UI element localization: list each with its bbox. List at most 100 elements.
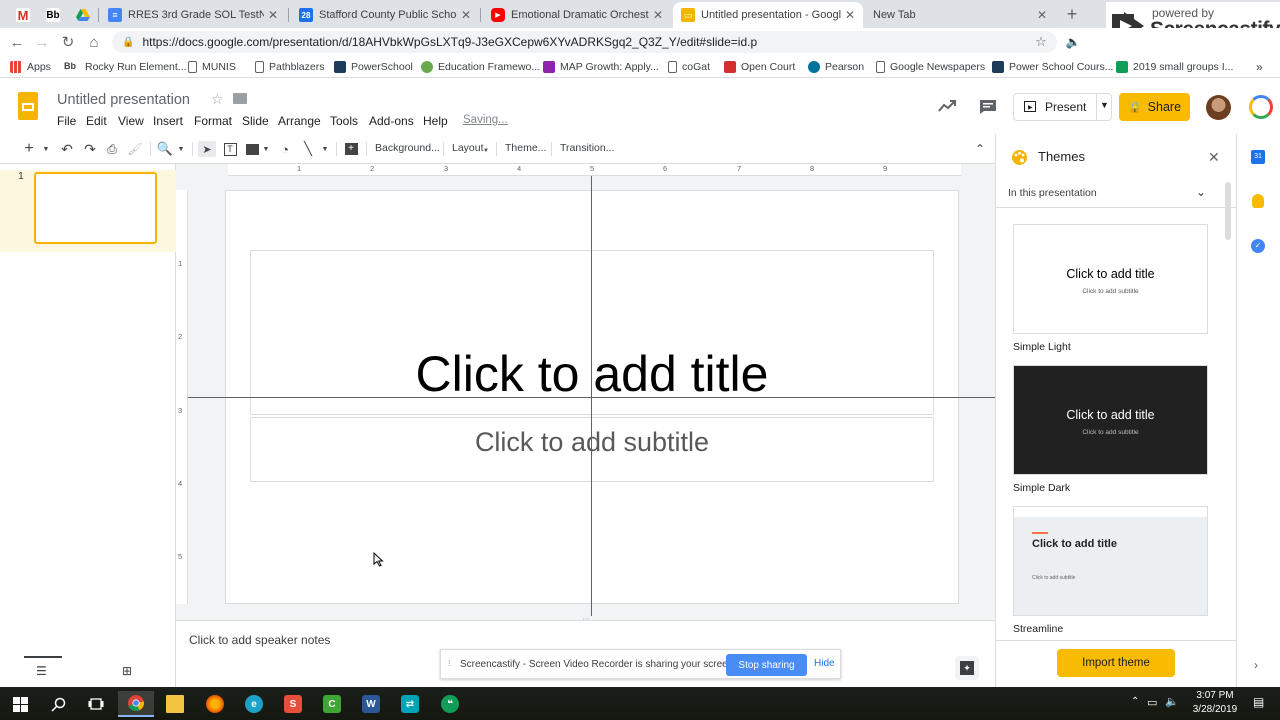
task-view-icon[interactable] bbox=[78, 691, 114, 717]
bookmark-small-groups[interactable]: 2019 small groups I... bbox=[1116, 59, 1233, 75]
theme-card-streamline[interactable]: Click to add title Click to add subtitle bbox=[1013, 506, 1208, 616]
import-theme-button[interactable]: Import theme bbox=[1057, 649, 1175, 677]
menu-help[interactable]: Help bbox=[423, 114, 448, 128]
word-icon[interactable]: W bbox=[353, 691, 389, 717]
back-arrow-icon[interactable]: ← bbox=[7, 32, 27, 52]
menu-slide[interactable]: Slide bbox=[242, 114, 269, 128]
menu-edit[interactable]: Edit bbox=[86, 114, 107, 128]
volume-icon[interactable]: 🔈 bbox=[1165, 695, 1179, 708]
menu-arrange[interactable]: Arrange bbox=[278, 114, 321, 128]
keep-lightbulb-icon[interactable] bbox=[1252, 194, 1264, 208]
theme-card-simple-light[interactable]: Click to add title Click to add subtitle bbox=[1013, 224, 1208, 334]
slide-thumbnail-row[interactable]: 1 bbox=[0, 170, 176, 252]
explore-button[interactable]: ✦ bbox=[955, 656, 979, 680]
tab-rres-sol[interactable]: ≡ RRES 3rd Grade SOL TestNav Pra ✕ bbox=[100, 2, 286, 28]
bookmark-powerschool[interactable]: PowerSchool bbox=[334, 59, 413, 75]
chevron-down-icon[interactable]: ▼ bbox=[1100, 100, 1109, 110]
calendar-icon[interactable]: 31 bbox=[1251, 150, 1265, 164]
file-explorer-icon[interactable] bbox=[157, 691, 193, 717]
layout-button[interactable]: Layout bbox=[452, 142, 484, 154]
speaker-notes-placeholder[interactable]: Click to add speaker notes bbox=[189, 633, 330, 647]
menu-add-ons[interactable]: Add-ons bbox=[369, 114, 414, 128]
bookmark-apps[interactable]: Apps bbox=[10, 59, 51, 75]
menu-view[interactable]: View bbox=[118, 114, 144, 128]
activity-trend-icon[interactable] bbox=[938, 99, 956, 113]
vertical-ruler[interactable]: 1 2 3 4 5 bbox=[176, 190, 188, 604]
bookmark-star-icon[interactable]: ☆ bbox=[1031, 32, 1051, 52]
chevron-down-icon[interactable]: ▼ bbox=[176, 141, 186, 157]
share-button[interactable]: 🔒 Share bbox=[1119, 93, 1190, 121]
grid-view-icon[interactable]: ⊞ bbox=[122, 664, 132, 678]
theme-button[interactable]: Theme... bbox=[505, 142, 546, 154]
undo-icon[interactable]: ↶ bbox=[59, 141, 75, 157]
stop-sharing-button[interactable]: Stop sharing bbox=[726, 654, 807, 676]
close-icon[interactable]: ✕ bbox=[845, 8, 855, 22]
tab-google-drive[interactable] bbox=[68, 2, 98, 28]
menu-format[interactable]: Format bbox=[194, 114, 232, 128]
bookmark-open-court[interactable]: Open Court bbox=[724, 59, 795, 75]
avatar[interactable] bbox=[1206, 95, 1231, 120]
snagit-icon[interactable]: S bbox=[275, 691, 311, 717]
reload-icon[interactable]: ↻ bbox=[58, 32, 78, 52]
zoom-icon[interactable]: 🔍 bbox=[157, 141, 173, 157]
bookmark-pathblazers[interactable]: Pathblazers bbox=[255, 59, 324, 75]
horizontal-ruler[interactable]: 1 2 3 4 5 6 7 8 9 bbox=[228, 164, 961, 176]
tab-stafford-county[interactable]: 28 Stafford County Public Schools - ✕ bbox=[291, 2, 479, 28]
tab-blackboard[interactable]: Bb bbox=[38, 2, 66, 28]
select-cursor-icon[interactable]: ➤ bbox=[198, 141, 216, 157]
windows-start-icon[interactable] bbox=[2, 691, 38, 717]
shape-icon[interactable]: ◔ bbox=[277, 141, 293, 157]
close-icon[interactable]: ✕ bbox=[1037, 8, 1047, 22]
menu-insert[interactable]: Insert bbox=[153, 114, 183, 128]
paint-format-icon[interactable]: 🖌 bbox=[127, 141, 143, 157]
tasks-check-icon[interactable]: ✓ bbox=[1251, 239, 1265, 253]
close-icon[interactable]: ✕ bbox=[653, 8, 663, 22]
filmstrip-view-icon[interactable]: ☰ bbox=[36, 664, 47, 678]
network-icon[interactable]: ▭ bbox=[1147, 696, 1157, 709]
search-icon[interactable] bbox=[40, 691, 76, 717]
chevron-down-icon[interactable]: ▼ bbox=[482, 143, 490, 159]
close-icon[interactable]: ✕ bbox=[268, 8, 278, 22]
chevron-right-icon[interactable]: › bbox=[1254, 658, 1258, 672]
collapse-chevron-up-icon[interactable]: ⌃ bbox=[972, 141, 988, 157]
camtasia-icon[interactable]: C bbox=[314, 691, 350, 717]
home-icon[interactable]: ⌂ bbox=[84, 32, 104, 52]
google-slides-logo-icon[interactable] bbox=[18, 92, 38, 120]
network-app-icon[interactable]: ⇄ bbox=[392, 691, 428, 717]
address-bar[interactable]: 🔒 https://docs.google.com/presentation/d… bbox=[112, 31, 1057, 53]
subtitle-placeholder[interactable]: Click to add subtitle bbox=[250, 427, 934, 458]
theme-card-simple-dark[interactable]: Click to add title Click to add subtitle bbox=[1013, 365, 1208, 475]
bookmark-munis[interactable]: MUNIS bbox=[188, 59, 236, 75]
present-button[interactable]: ▶ Present ▼ bbox=[1013, 93, 1112, 121]
close-icon[interactable]: ✕ bbox=[461, 8, 471, 22]
tab-gmail[interactable]: M bbox=[8, 2, 36, 28]
tab-youtube[interactable]: ▶ Emotional Dramatic Orchestral M ✕ bbox=[483, 2, 671, 28]
menu-tools[interactable]: Tools bbox=[330, 114, 358, 128]
print-icon[interactable]: ⎙ bbox=[104, 141, 120, 157]
image-icon[interactable] bbox=[244, 141, 260, 157]
firefox-icon[interactable] bbox=[197, 691, 233, 717]
chrome-taskbar-icon[interactable] bbox=[118, 691, 154, 717]
edge-icon[interactable]: e bbox=[236, 691, 272, 717]
google-account-ring-icon[interactable] bbox=[1249, 95, 1273, 119]
more-bookmarks-icon[interactable]: » bbox=[1256, 59, 1263, 75]
hide-link[interactable]: Hide bbox=[814, 658, 835, 669]
tab-google-slides[interactable]: ▭ Untitled presentation - Google S ✕ bbox=[673, 2, 863, 28]
tab-new-tab[interactable]: New Tab ✕ bbox=[865, 2, 1055, 28]
hangouts-icon[interactable]: ❝ bbox=[432, 691, 468, 717]
menu-file[interactable]: File bbox=[57, 114, 76, 128]
star-icon[interactable]: ☆ bbox=[211, 91, 224, 108]
bookmark-rocky-run[interactable]: Bb Rocky Run Element... bbox=[64, 59, 187, 75]
bookmark-education-framework[interactable]: Education Framewo... bbox=[421, 59, 540, 75]
chevron-down-icon[interactable]: ▼ bbox=[320, 141, 330, 157]
system-clock[interactable]: 3:07 PM 3/28/2019 bbox=[1185, 689, 1245, 717]
folder-icon[interactable] bbox=[233, 93, 247, 104]
new-tab-plus-icon[interactable]: + bbox=[1062, 3, 1082, 25]
drag-handle-icon[interactable]: ⁞ bbox=[448, 658, 451, 668]
transition-button[interactable]: Transition... bbox=[560, 142, 614, 154]
background-button[interactable]: Background... bbox=[375, 142, 440, 154]
chevron-down-icon[interactable]: ▼ bbox=[262, 141, 270, 157]
add-comment-icon[interactable]: + bbox=[343, 141, 359, 157]
themes-filter-dropdown[interactable]: In this presentation ⌄ bbox=[996, 178, 1236, 208]
speaker-icon[interactable]: 🔈 bbox=[1063, 32, 1083, 52]
